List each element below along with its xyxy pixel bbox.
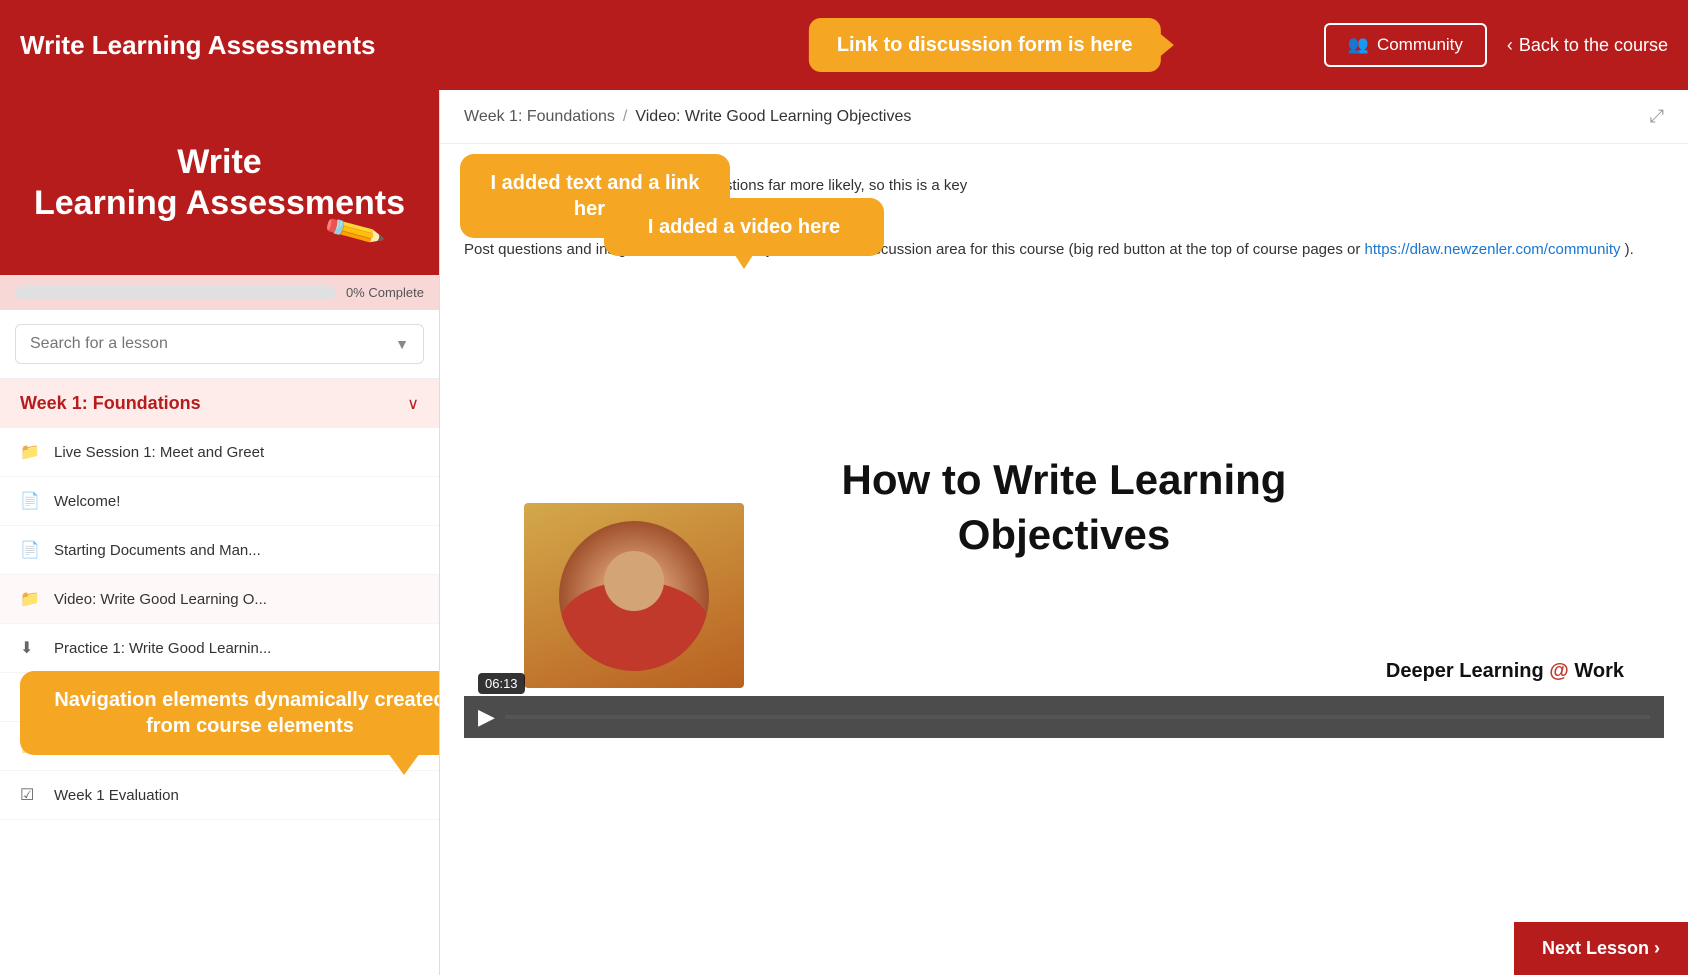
lesson-title: Starting Documents and Man... [54, 542, 419, 559]
breadcrumb-week: Week 1: Foundations [464, 108, 615, 126]
list-item[interactable]: 📄 Starting Documents and Man... [0, 526, 439, 575]
video-container[interactable]: How to Write Learning Objectives Deep [464, 278, 1664, 738]
sidebar: Write Learning Assessments ✏️ 0% Complet… [0, 90, 440, 975]
week-header-title: Week 1: Foundations [20, 393, 201, 414]
search-container: ▼ [0, 310, 439, 379]
folder-icon: 📁 [20, 589, 42, 609]
lesson-title: Video: Write Good Learning O... [54, 591, 419, 608]
header-right: 👥 Community ‹ Back to the course [1324, 23, 1668, 67]
at-symbol: @ [1549, 660, 1569, 682]
progress-bar-container: 0% Complete [0, 275, 439, 310]
doc-icon: 📄 [20, 540, 42, 560]
discussion-bubble-container: Link to discussion form is here [809, 18, 1161, 72]
play-button[interactable]: ▶ [478, 704, 495, 730]
breadcrumb-separator: / [623, 108, 627, 126]
breadcrumb-current: Video: Write Good Learning Objectives [635, 108, 911, 126]
list-item[interactable]: ☑ Week 1 Evaluation [0, 771, 439, 820]
progress-label: 0% Complete [346, 285, 424, 300]
nav-bubble: Navigation elements dynamically created … [20, 671, 440, 755]
lesson-title: Practice 1: Write Good Learnin... [54, 640, 419, 657]
dropdown-icon: ▼ [395, 336, 409, 352]
back-chevron-icon: ‹ [1507, 35, 1513, 56]
video-bubble: I added a video here [604, 198, 884, 256]
person-avatar [559, 521, 709, 671]
branding: Deeper Learning @ Work [1386, 660, 1624, 683]
week-header[interactable]: Week 1: Foundations ∨ [0, 379, 439, 428]
main-container: Write Learning Assessments ✏️ 0% Complet… [0, 90, 1688, 975]
list-item[interactable]: 📄 Welcome! [0, 477, 439, 526]
video-section: I added a video here How to Write Learni… [464, 278, 1664, 738]
video-slide-title: How to Write Learning Objectives [842, 453, 1287, 562]
community-link[interactable]: https://dlaw.newzenler.com/community [1365, 241, 1621, 258]
lesson-title: Week 1 Evaluation [54, 787, 419, 804]
header: Write Learning Assessments Link to discu… [0, 0, 1688, 90]
list-item[interactable]: 📁 Video: Write Good Learning O... [0, 575, 439, 624]
next-lesson-button[interactable]: Next Lesson › [1514, 922, 1688, 975]
video-thumbnail [524, 503, 744, 688]
week-chevron-icon: ∨ [407, 394, 419, 414]
search-input[interactable] [30, 335, 395, 353]
lesson-title: Live Session 1: Meet and Greet [54, 444, 419, 461]
content-area: Week 1: Foundations / Video: Write Good … [440, 90, 1688, 975]
list-item[interactable]: 📁 Live Session 1: Meet and Greet [0, 428, 439, 477]
breadcrumb: Week 1: Foundations / Video: Write Good … [440, 90, 1688, 144]
discussion-bubble: Link to discussion form is here [809, 18, 1161, 72]
folder-icon: 📁 [20, 442, 42, 462]
community-button[interactable]: 👥 Community [1324, 23, 1487, 67]
check-icon: ☑ [20, 785, 42, 805]
video-controls: ▶ [464, 696, 1664, 738]
search-box[interactable]: ▼ [15, 324, 424, 364]
community-icon: 👥 [1348, 35, 1369, 55]
sidebar-banner: Write Learning Assessments ✏️ [0, 90, 439, 275]
lesson-title: Welcome! [54, 493, 419, 510]
progress-bar-background [15, 286, 336, 300]
doc-icon: 📄 [20, 491, 42, 511]
expand-icon: ⤢ [1650, 106, 1664, 127]
list-item[interactable]: ⬇ Practice 1: Write Good Learnin... [0, 624, 439, 673]
content-body: I added text and a link here s make well… [440, 144, 1688, 758]
video-progress-bar[interactable] [505, 715, 1650, 719]
video-time-badge: 06:13 [478, 673, 525, 694]
download-icon: ⬇ [20, 638, 42, 658]
back-to-course-link[interactable]: ‹ Back to the course [1507, 35, 1668, 56]
